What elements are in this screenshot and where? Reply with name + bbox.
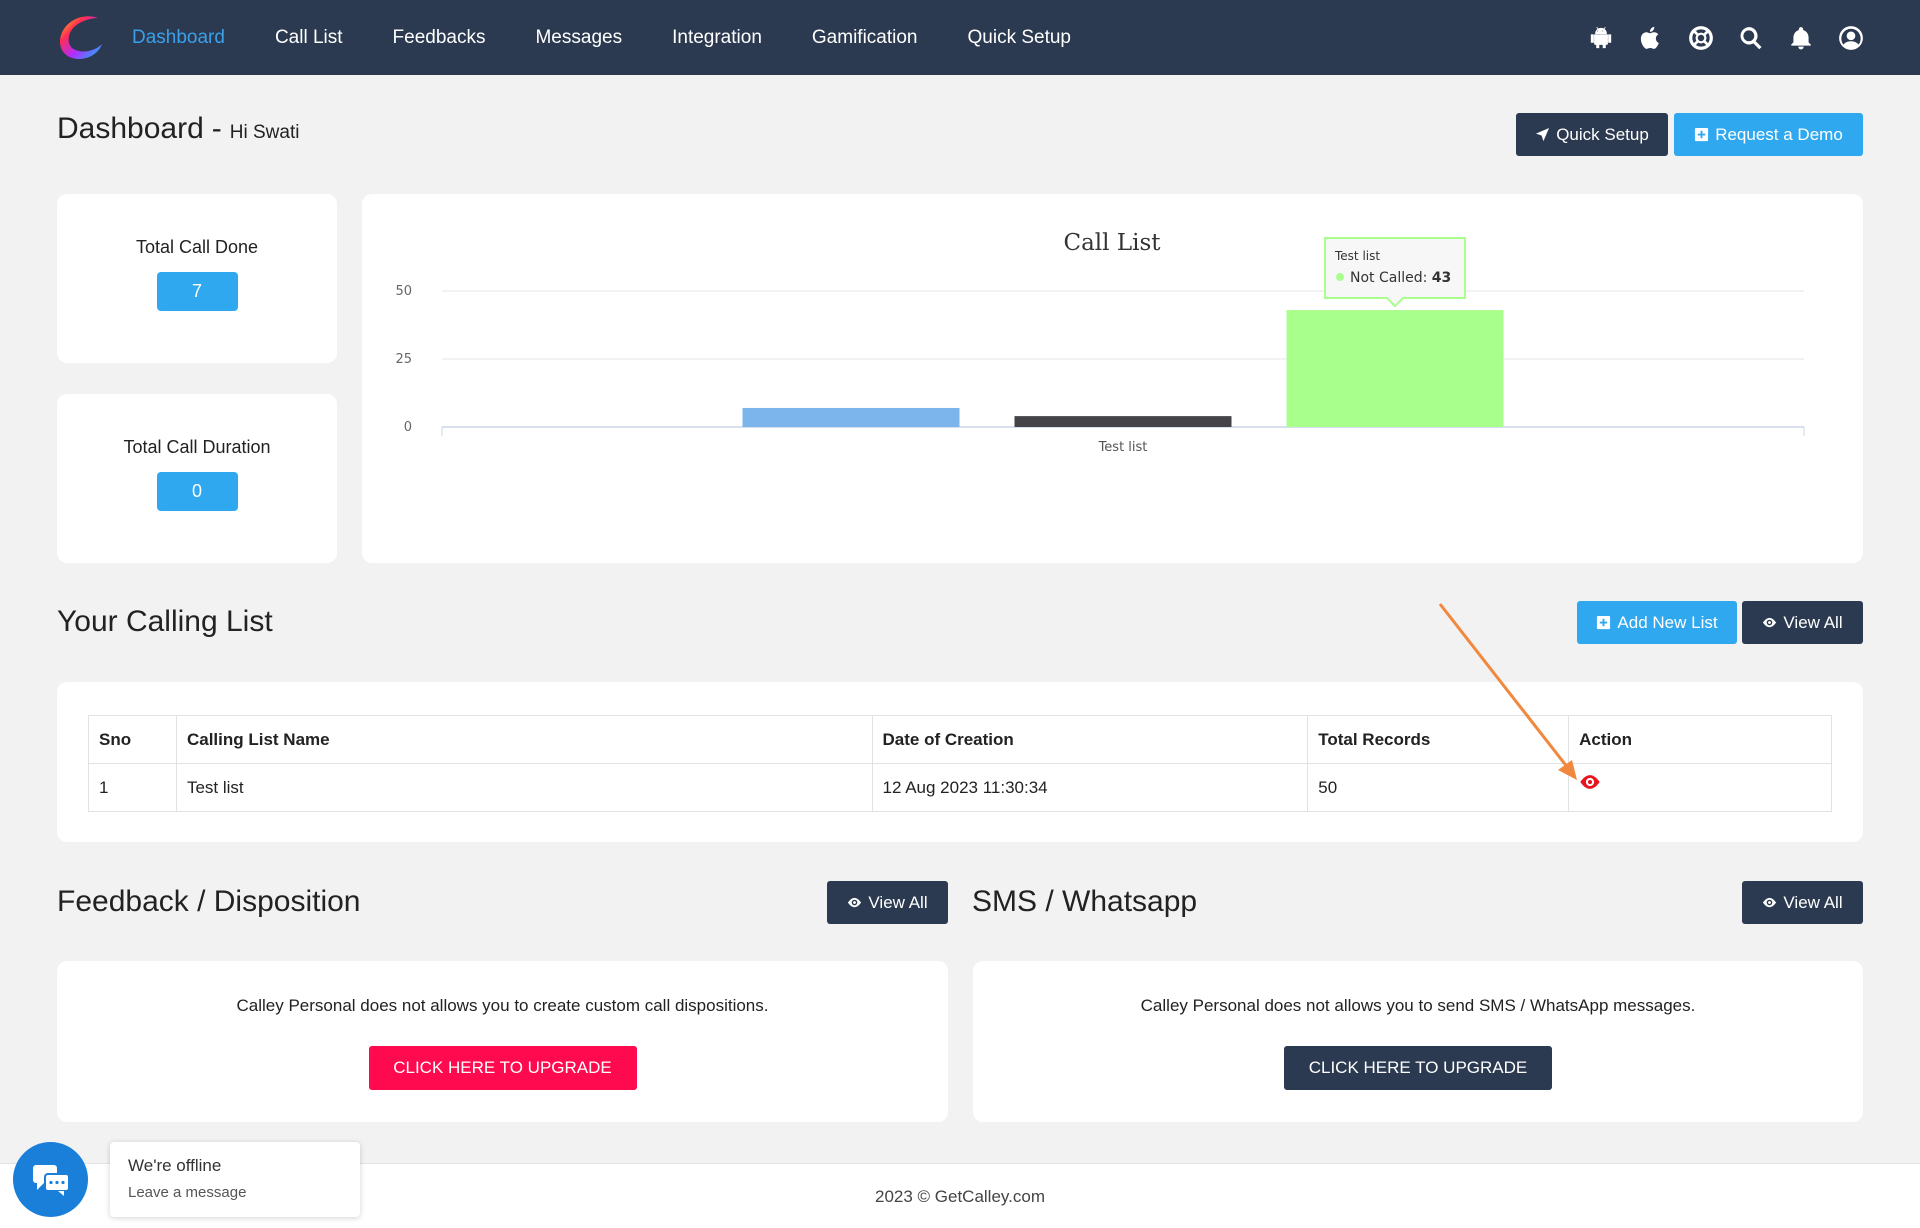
sms-view-all-button[interactable]: View All: [1742, 881, 1863, 924]
cell-name: Test list: [175, 763, 873, 812]
chat-offline-subtitle: Leave a message: [128, 1184, 247, 1201]
total-call-done-label: Total Call Done: [135, 237, 259, 257]
search-icon[interactable]: [1738, 25, 1764, 51]
tooltip-category: Test list: [1334, 249, 1380, 263]
nav-icon-group: [1564, 0, 1864, 75]
eye-icon: [848, 897, 862, 908]
nav-messages[interactable]: Messages: [535, 27, 622, 49]
calling-list-table-card: Sno Calling List Name Date of Creation T…: [57, 682, 1863, 842]
main-nav: Dashboard Call List Feedbacks Messages I…: [132, 0, 1121, 75]
greeting-text: Hi Swati: [229, 122, 300, 143]
top-navbar: Dashboard Call List Feedbacks Messages I…: [0, 0, 1920, 75]
feedback-view-all-button[interactable]: View All: [827, 881, 948, 924]
user-icon[interactable]: [1838, 25, 1864, 51]
chat-icon: [32, 1164, 70, 1196]
table-header-row: Sno Calling List Name Date of Creation T…: [88, 715, 1832, 764]
y-tick-label: 25: [395, 352, 412, 367]
add-new-list-label: Add New List: [1617, 612, 1718, 632]
cell-sno: 1: [88, 763, 177, 812]
chat-offline-title: We're offline: [128, 1156, 222, 1175]
column-header-date: Date of Creation: [871, 715, 1309, 764]
sms-upgrade-card: Calley Personal does not allows you to s…: [973, 961, 1863, 1122]
tooltip-value: Not Called: 43: [1350, 270, 1451, 286]
column-header-records: Total Records: [1307, 715, 1570, 764]
eye-icon: [1763, 897, 1777, 908]
plus-square-icon: [1597, 615, 1611, 630]
android-icon[interactable]: [1588, 25, 1614, 51]
cell-date: 12 Aug 2023 11:30:34: [871, 763, 1309, 812]
calley-logo[interactable]: [54, 10, 108, 64]
cell-records: 50: [1307, 763, 1570, 812]
total-call-done-card: Total Call Done 7: [57, 194, 337, 363]
calling-list-view-all-button[interactable]: View All: [1742, 601, 1863, 644]
x-category-label: Test list: [1098, 440, 1148, 455]
feedback-upgrade-card: Calley Personal does not allows you to c…: [57, 961, 948, 1122]
header-actions: Quick Setup Request a Demo: [1516, 113, 1863, 156]
location-arrow-icon: [1536, 127, 1550, 142]
sms-title: SMS / Whatsapp: [972, 885, 1198, 918]
nav-gamification[interactable]: Gamification: [812, 27, 918, 49]
table-row: 1 Test list 12 Aug 2023 11:30:34 50: [88, 763, 1832, 812]
chat-launcher-button[interactable]: [13, 1142, 88, 1217]
y-tick-label: 50: [395, 284, 412, 299]
cell-action: [1568, 763, 1832, 812]
sms-upgrade-message: Calley Personal does not allows you to s…: [1140, 996, 1696, 1015]
request-demo-button[interactable]: Request a Demo: [1674, 113, 1863, 156]
help-lifebuoy-icon[interactable]: [1688, 25, 1714, 51]
calling-list-table: Sno Calling List Name Date of Creation T…: [88, 715, 1832, 812]
y-tick-label: 0: [404, 420, 412, 435]
nav-call-list[interactable]: Call List: [275, 27, 343, 49]
eye-icon[interactable]: [1579, 771, 1601, 793]
request-demo-label: Request a Demo: [1715, 124, 1843, 144]
page-header: Dashboard - Hi Swati: [57, 112, 299, 146]
total-call-duration-label: Total Call Duration: [123, 437, 271, 457]
sms-upgrade-button[interactable]: CLICK HERE TO UPGRADE: [1284, 1046, 1552, 1090]
call-list-chart: Call List 0 25 50 Test list Test list Not Call…: [395, 230, 1805, 455]
quick-setup-label: Quick Setup: [1556, 124, 1649, 144]
feedback-title: Feedback / Disposition: [57, 885, 361, 918]
view-all-label: View All: [868, 892, 928, 912]
nav-integration[interactable]: Integration: [672, 27, 762, 49]
nav-feedbacks[interactable]: Feedbacks: [393, 27, 486, 49]
calling-list-title: Your Calling List: [57, 605, 273, 638]
feedback-upgrade-button[interactable]: CLICK HERE TO UPGRADE: [368, 1046, 637, 1090]
tooltip-series-dot: [1336, 273, 1344, 282]
total-call-done-value: 7: [156, 272, 238, 311]
page-title: Dashboard: [57, 112, 204, 145]
add-new-list-button[interactable]: Add New List: [1577, 601, 1737, 644]
chart-bar: [1286, 310, 1504, 427]
apple-icon[interactable]: [1638, 25, 1664, 51]
chart-bar: [742, 407, 960, 427]
total-call-duration-card: Total Call Duration 0: [57, 394, 337, 563]
title-separator: -: [211, 112, 222, 145]
chart-title: Call List: [1063, 230, 1161, 256]
view-all-label: View All: [1783, 892, 1843, 912]
feedback-upgrade-message: Calley Personal does not allows you to c…: [236, 996, 769, 1015]
chart-bar: [1014, 416, 1232, 427]
nav-quick-setup[interactable]: Quick Setup: [968, 27, 1072, 49]
bell-icon[interactable]: [1788, 25, 1814, 51]
chat-offline-popup[interactable]: We're offline Leave a message: [110, 1142, 360, 1217]
nav-dashboard[interactable]: Dashboard: [132, 27, 225, 49]
plus-square-icon: [1695, 127, 1709, 142]
view-all-label: View All: [1783, 612, 1843, 632]
call-list-chart-card: Call List 0 25 50 Test list Test list Not Call…: [362, 194, 1863, 563]
column-header-sno: Sno: [88, 715, 177, 764]
quick-setup-button[interactable]: Quick Setup: [1516, 113, 1668, 156]
column-header-action: Action: [1568, 715, 1832, 764]
eye-icon: [1763, 617, 1777, 628]
column-header-name: Calling List Name: [175, 715, 873, 764]
total-call-duration-value: 0: [156, 472, 238, 511]
